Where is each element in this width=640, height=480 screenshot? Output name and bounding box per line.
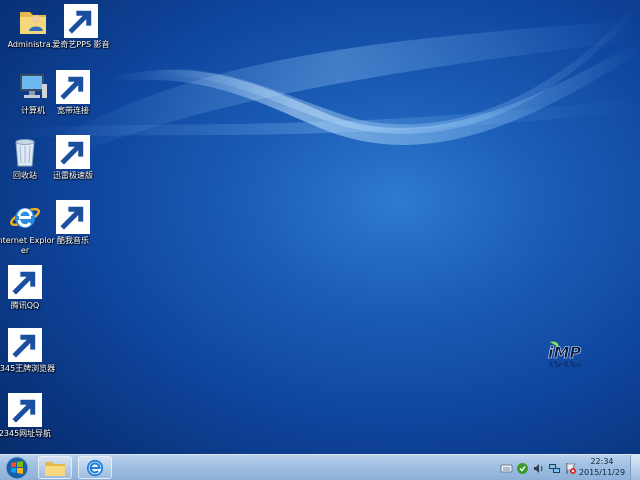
desktop-icon-iqiyi[interactable]: 爱奇艺PPS 影音 bbox=[50, 4, 112, 64]
flag-icon[interactable] bbox=[564, 462, 577, 475]
desktop-icon-label: 爱奇艺PPS 影音 bbox=[52, 40, 110, 49]
desktop-icon-broadband[interactable]: 宽带连接 bbox=[42, 70, 104, 130]
desktop-icon-label: 迅雷极速版 bbox=[53, 171, 93, 180]
desktop-icon-label: 宽带连接 bbox=[57, 106, 89, 115]
user-folder-icon bbox=[16, 4, 50, 38]
xunlei-icon bbox=[56, 135, 90, 169]
clock-date: 2015/11/29 bbox=[578, 468, 626, 477]
desktop-icon-kuwo-music[interactable]: 酷我音乐 bbox=[42, 200, 104, 260]
desktop-icon-tencent-qq[interactable]: 腾讯QQ bbox=[0, 265, 56, 325]
system-tray bbox=[500, 460, 577, 476]
clock-time: 22:34 bbox=[590, 457, 614, 466]
desktop-icon-label: 腾讯QQ bbox=[10, 301, 40, 310]
desktop-icon-2345-browser[interactable]: 2345王牌浏览器 bbox=[0, 328, 56, 388]
qq-penguin-icon bbox=[8, 265, 42, 299]
recycle-bin-icon bbox=[8, 135, 42, 169]
network-connection-icon bbox=[56, 70, 90, 104]
desktop-icon-label: 2345王牌浏览器 bbox=[0, 364, 56, 373]
taskbar: 22:34 2015/11/29 bbox=[0, 454, 640, 480]
desktop-icon-label: 酷我音乐 bbox=[57, 236, 89, 245]
internet-explorer-icon bbox=[8, 200, 42, 234]
volume-icon[interactable] bbox=[532, 462, 545, 475]
2345-navigation-icon bbox=[8, 393, 42, 427]
desktop-icon-label: 2345网址导航 bbox=[0, 429, 52, 438]
taskbar-clock[interactable]: 22:34 2015/11/29 bbox=[578, 456, 626, 478]
desktop-icon-xunlei[interactable]: 迅雷极速版 bbox=[42, 135, 104, 195]
2345-browser-icon bbox=[8, 328, 42, 362]
browser-e-icon bbox=[86, 459, 104, 476]
desktop[interactable]: Administra... 爱奇艺PPS 影音 计算机 宽带连接 回收站 迅雷极… bbox=[0, 0, 640, 480]
taskbar-pinned-explorer[interactable] bbox=[38, 456, 72, 479]
wallpaper-logo: iMP iMP bbox=[544, 338, 600, 372]
kuwo-music-icon bbox=[56, 200, 90, 234]
iqiyi-icon bbox=[64, 4, 98, 38]
logo-reflection: iMP bbox=[548, 359, 582, 368]
taskbar-pinned-browser[interactable] bbox=[78, 456, 112, 479]
network-icon[interactable] bbox=[548, 462, 561, 475]
security-shield-icon[interactable] bbox=[516, 462, 529, 475]
desktop-icon-2345-navigation[interactable]: 2345网址导航 bbox=[0, 393, 56, 453]
folder-icon bbox=[45, 461, 65, 476]
show-desktop-button[interactable] bbox=[630, 455, 640, 480]
start-button[interactable] bbox=[4, 456, 30, 480]
keyboard-icon[interactable] bbox=[500, 462, 513, 475]
